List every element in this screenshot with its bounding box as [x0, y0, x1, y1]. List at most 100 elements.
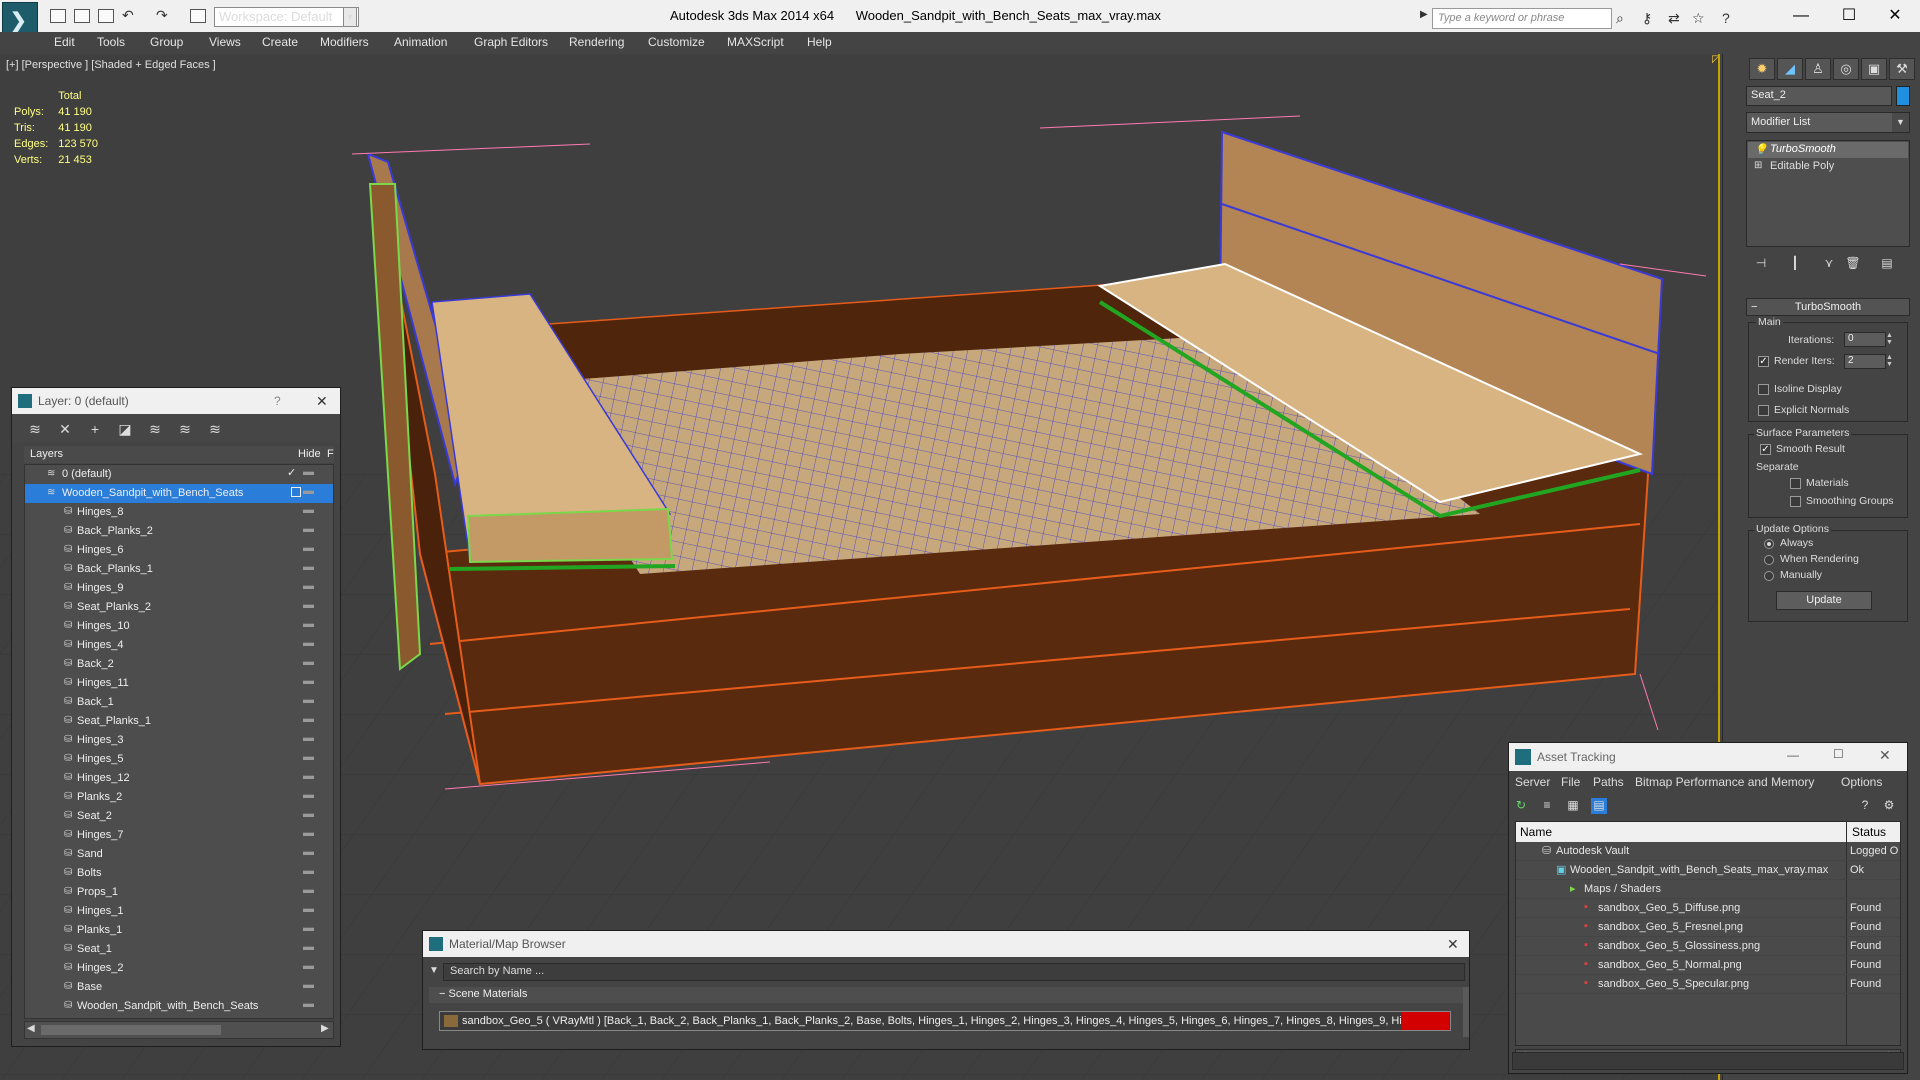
iterations-spinner[interactable]: 0: [1844, 332, 1886, 347]
layer-row[interactable]: ⛁ Planks_1 ▬: [25, 921, 333, 940]
asset-tracking-titlebar[interactable]: Asset Tracking — ☐ ✕: [1509, 743, 1907, 771]
menu-customize[interactable]: Customize: [648, 35, 705, 49]
render-iters-spinner[interactable]: 2: [1844, 354, 1886, 369]
add-to-layer-icon[interactable]: +: [86, 420, 104, 438]
hide-toggle-icon[interactable]: ▬: [303, 466, 314, 478]
hide-toggle-icon[interactable]: ▬: [303, 523, 314, 535]
hierarchy-tab-icon[interactable]: ♙: [1805, 58, 1831, 80]
layer-row[interactable]: ⛁ Back_2 ▬: [25, 655, 333, 674]
col-name[interactable]: Name: [1520, 825, 1552, 839]
hide-toggle-icon[interactable]: ▬: [303, 922, 314, 934]
vault-help-icon[interactable]: ?: [1857, 798, 1873, 814]
create-tab-icon[interactable]: ✹: [1749, 58, 1775, 80]
materials-checkbox[interactable]: [1790, 478, 1801, 489]
current-layer-toggle[interactable]: [291, 487, 301, 497]
menu-views[interactable]: Views: [209, 35, 241, 49]
exchange-icon[interactable]: ⇄: [1668, 10, 1680, 27]
list-view-icon[interactable]: ≡: [1539, 798, 1555, 814]
layer-row[interactable]: ⛁ Wooden_Sandpit_with_Bench_Seats ▬: [25, 997, 333, 1016]
hide-toggle-icon[interactable]: ▬: [303, 827, 314, 839]
hide-toggle-icon[interactable]: ▬: [303, 732, 314, 744]
refresh-icon[interactable]: ↻: [1513, 798, 1529, 814]
hide-toggle-icon[interactable]: ▬: [303, 941, 314, 953]
menu-help[interactable]: Help: [807, 35, 832, 49]
keyword-search-input[interactable]: Type a keyword or phrase: [1432, 8, 1612, 29]
menu-tools[interactable]: Tools: [97, 35, 125, 49]
scroll-right-icon[interactable]: ▶: [321, 1023, 329, 1034]
layer-row[interactable]: ⛁ Hinges_8 ▬: [25, 503, 333, 522]
viewport-label[interactable]: [+] [Perspective ] [Shaded + Edged Faces…: [6, 59, 216, 71]
select-objects-icon[interactable]: ◪: [116, 420, 134, 438]
options-arrow-icon[interactable]: ▼: [429, 965, 439, 976]
help-icon[interactable]: ?: [274, 394, 281, 408]
binoculars-icon[interactable]: ⌕: [1616, 10, 1624, 27]
undo-icon[interactable]: ↶: [122, 7, 134, 24]
menu-graph-editors[interactable]: Graph Editors: [474, 35, 548, 49]
hide-toggle-icon[interactable]: ▬: [303, 694, 314, 706]
close-button[interactable]: ✕: [1872, 4, 1918, 28]
scroll-left-icon[interactable]: ◀: [27, 1023, 35, 1034]
stack-item-turbosmooth[interactable]: 💡 TurboSmooth: [1748, 142, 1908, 158]
hide-toggle-icon[interactable]: ▬: [303, 770, 314, 782]
close-icon[interactable]: ✕: [1879, 747, 1891, 764]
search-arrow-icon[interactable]: ▶: [1420, 9, 1428, 20]
new-layer-icon[interactable]: ≋: [26, 420, 44, 438]
update-button[interactable]: Update: [1776, 591, 1872, 610]
layer-row[interactable]: ⛁ Hinges_1 ▬: [25, 902, 333, 921]
asset-row[interactable]: ⛁ Autodesk Vault Logged O: [1516, 842, 1900, 861]
layer-row[interactable]: ⛁ Seat_1 ▬: [25, 940, 333, 959]
layer-row[interactable]: ⛁ Hinges_5 ▬: [25, 750, 333, 769]
hide-toggle-icon[interactable]: ▬: [303, 561, 314, 573]
asset-row[interactable]: ▪ sandbox_Geo_5_Normal.png Found: [1516, 956, 1900, 975]
redo-icon[interactable]: ↷: [156, 7, 168, 24]
delete-layer-icon[interactable]: ✕: [56, 420, 74, 438]
hide-toggle-icon[interactable]: ▬: [303, 846, 314, 858]
asset-row[interactable]: ▪ sandbox_Geo_5_Glossiness.png Found: [1516, 937, 1900, 956]
stack-item-editable-poly[interactable]: ⊞ Editable Poly: [1748, 159, 1908, 175]
explicit-normals-checkbox[interactable]: [1758, 405, 1769, 416]
layer-row[interactable]: ⛁ Seat_Planks_2 ▬: [25, 598, 333, 617]
modifier-list-dropdown[interactable]: Modifier List: [1746, 112, 1910, 133]
asset-row[interactable]: ▪ sandbox_Geo_5_Diffuse.png Found: [1516, 899, 1900, 918]
chevron-down-icon[interactable]: ▼: [1892, 113, 1909, 132]
expand-plus-icon[interactable]: ⊞: [1754, 160, 1762, 171]
hide-all-layers-icon[interactable]: ≋: [176, 420, 194, 438]
active-layer-check-icon[interactable]: ✓: [287, 466, 296, 479]
hide-toggle-icon[interactable]: ▬: [303, 637, 314, 649]
menu-options[interactable]: Options: [1841, 775, 1882, 789]
isoline-display-checkbox[interactable]: [1758, 384, 1769, 395]
motion-tab-icon[interactable]: ◎: [1833, 58, 1859, 80]
menu-server[interactable]: Server: [1515, 775, 1550, 789]
layer-row[interactable]: ⛁ Hinges_12 ▬: [25, 769, 333, 788]
freeze-all-layers-icon[interactable]: ≋: [206, 420, 224, 438]
spinner-arrows-icon[interactable]: ▲ ▼: [1886, 354, 1894, 369]
table-view-icon[interactable]: ▤: [1591, 798, 1607, 814]
close-icon[interactable]: ✕: [1447, 936, 1459, 953]
hide-toggle-icon[interactable]: ▬: [303, 808, 314, 820]
col-freeze[interactable]: F: [327, 448, 334, 460]
show-end-result-icon[interactable]: ┃: [1784, 256, 1806, 274]
maximize-icon[interactable]: ☐: [1833, 747, 1844, 761]
layer-row[interactable]: ⛁ Sand ▬: [25, 845, 333, 864]
hide-toggle-icon[interactable]: ▬: [303, 618, 314, 630]
layer-row[interactable]: ⛁ Hinges_3 ▬: [25, 731, 333, 750]
layer-row[interactable]: ⛁ Hinges_11 ▬: [25, 674, 333, 693]
layer-row[interactable]: ⛁ Hinges_9 ▬: [25, 579, 333, 598]
layer-row[interactable]: ⛁ Hinges_2 ▬: [25, 959, 333, 978]
when-rendering-radio[interactable]: [1764, 555, 1774, 565]
workspace-select[interactable]: Workspace: Default: [214, 7, 359, 27]
layer-explorer-titlebar[interactable]: Layer: 0 (default) ? ✕: [12, 388, 340, 414]
utilities-tab-icon[interactable]: ⚒: [1889, 58, 1915, 80]
asset-row[interactable]: ▪ sandbox_Geo_5_Specular.png Found: [1516, 975, 1900, 994]
hide-toggle-icon[interactable]: ▬: [303, 751, 314, 763]
favorites-star-icon[interactable]: ☆: [1692, 10, 1705, 27]
menu-edit[interactable]: Edit: [54, 35, 75, 49]
collapse-minus-icon[interactable]: −: [1751, 299, 1757, 315]
smoothing-groups-checkbox[interactable]: [1790, 496, 1801, 507]
vault-settings-icon[interactable]: ⚙: [1881, 798, 1897, 814]
make-unique-icon[interactable]: ⋎: [1818, 256, 1840, 274]
open-file-icon[interactable]: [74, 9, 90, 23]
layer-row[interactable]: ⛁ Hinges_4 ▬: [25, 636, 333, 655]
highlight-layer-icon[interactable]: ≋: [146, 420, 164, 438]
close-icon[interactable]: ✕: [316, 393, 328, 410]
